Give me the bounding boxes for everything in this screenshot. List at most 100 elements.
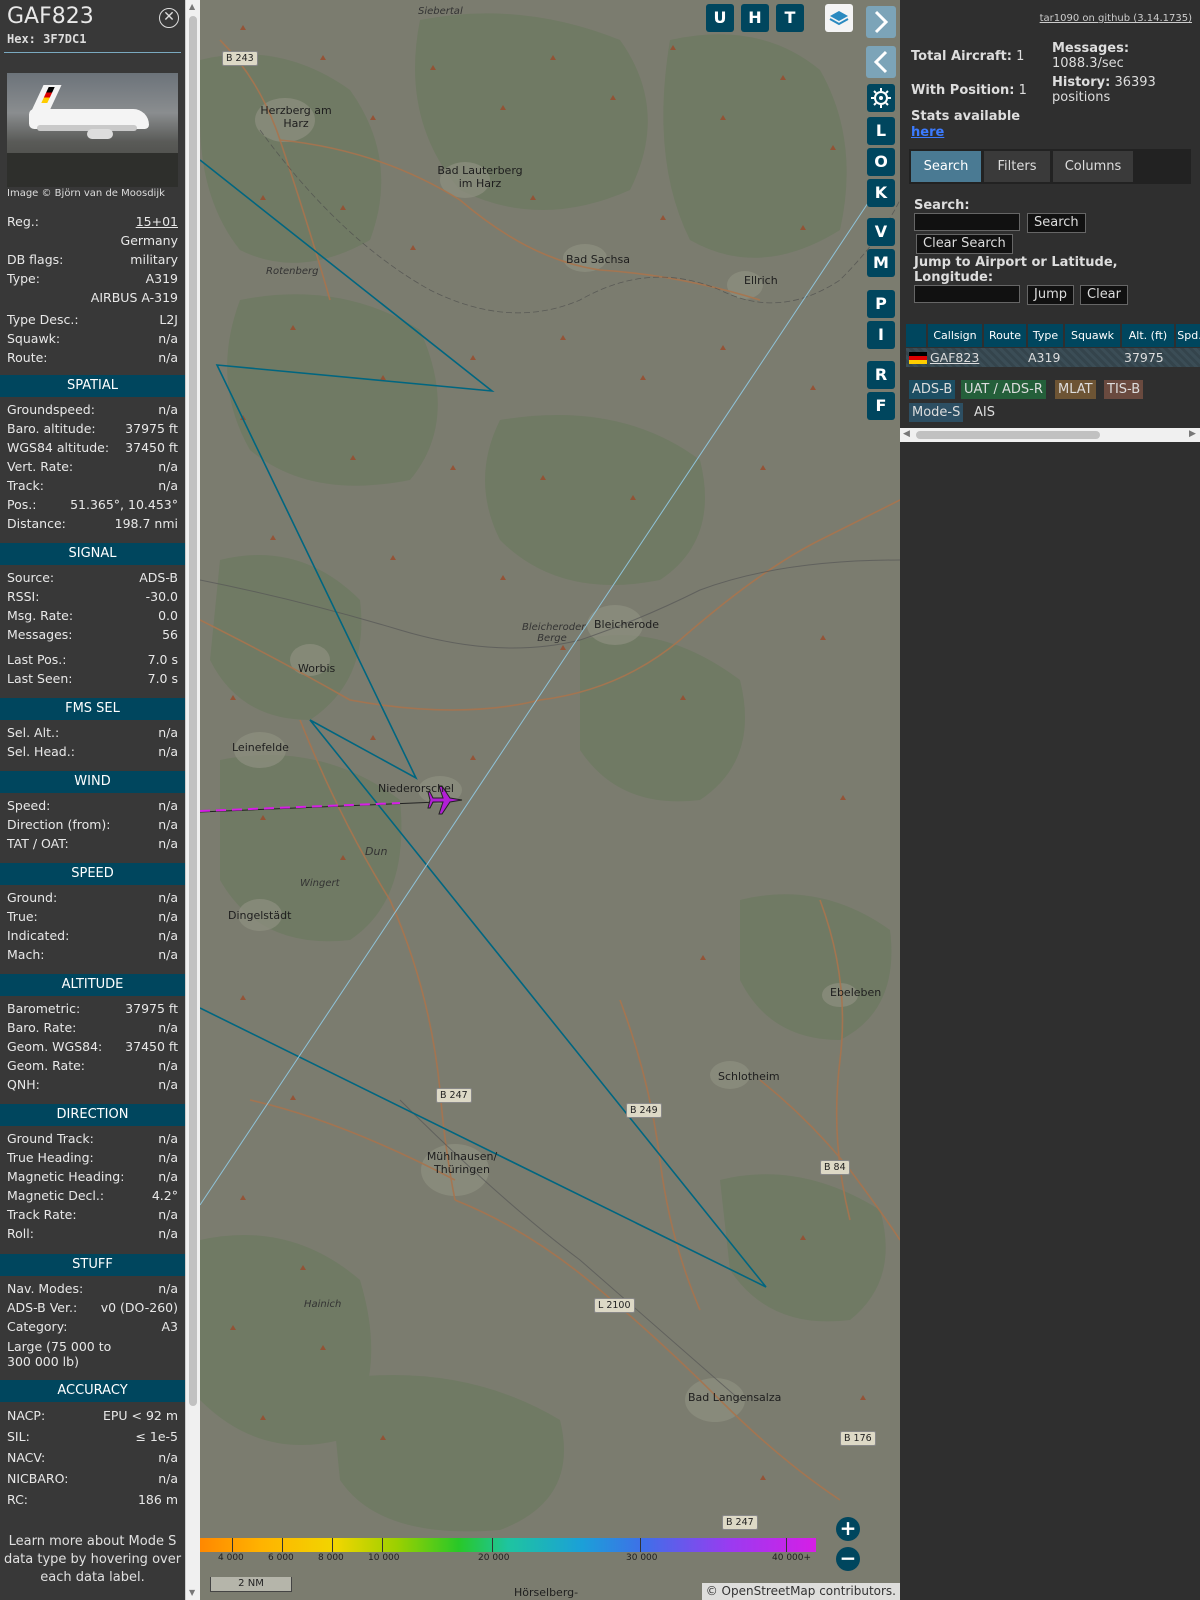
- stuff-row: ADS-B Ver.: v0 (DO-260): [7, 1300, 178, 1318]
- column-header-flag[interactable]: [906, 324, 927, 347]
- direction-row: True Heading: n/a: [7, 1150, 178, 1168]
- expand-sidebar-button[interactable]: [866, 6, 896, 38]
- direction-row: Roll: n/a: [7, 1226, 178, 1244]
- stuff-value: A3: [161, 1319, 178, 1334]
- github-link[interactable]: tar1090 on github (3.14.1735): [1040, 13, 1192, 24]
- toggle-t-button[interactable]: T: [776, 4, 804, 32]
- mode-s-help-note: Learn more about Mode S data type by hov…: [3, 1534, 182, 1585]
- source-badge[interactable]: Mode-S: [909, 403, 964, 422]
- row-callsign[interactable]: GAF823: [930, 349, 979, 367]
- legend-tick-mark: [232, 1538, 233, 1552]
- scroll-up-arrow-icon[interactable]: ▲: [189, 2, 195, 11]
- column-header-callsign[interactable]: Callsign: [928, 324, 983, 347]
- direction-label: Ground Track:: [7, 1131, 94, 1146]
- toggle-o-button[interactable]: O: [867, 148, 895, 176]
- table-horizontal-scrollbar[interactable]: ◀ ▶: [900, 428, 1200, 442]
- tab-search[interactable]: Search: [911, 151, 981, 182]
- source-badge[interactable]: TIS-B: [1104, 380, 1144, 399]
- accuracy-row: NACP: EPU < 92 m: [7, 1408, 178, 1426]
- info-panel-scrollbar[interactable]: ▲ ▼: [185, 0, 200, 1600]
- signal-label: Source:: [7, 570, 55, 585]
- search-button[interactable]: Search: [1027, 213, 1086, 233]
- section-header-fms-sel: FMS SEL: [0, 698, 185, 720]
- road-sign: L 2100: [594, 1298, 635, 1313]
- direction-value: n/a: [158, 1169, 178, 1184]
- clear-jump-button[interactable]: Clear: [1080, 285, 1128, 305]
- speed-row: Indicated: n/a: [7, 928, 178, 946]
- toggle-p-button[interactable]: P: [867, 290, 895, 318]
- stuff-value: v0 (DO-260): [100, 1300, 178, 1315]
- scroll-down-arrow-icon[interactable]: ▼: [189, 1588, 195, 1597]
- stuff-label: Category:: [7, 1319, 68, 1334]
- total-aircraft-value: 1: [1016, 49, 1025, 64]
- jump-input[interactable]: [914, 285, 1020, 303]
- scrollbar-thumb[interactable]: [916, 431, 1100, 439]
- settings-button[interactable]: [867, 84, 895, 112]
- toggle-u-button[interactable]: U: [706, 4, 734, 32]
- accuracy-row: NACV: n/a: [7, 1450, 178, 1468]
- scroll-right-arrow-icon[interactable]: ▶: [1189, 429, 1196, 439]
- map-canvas[interactable]: [200, 0, 900, 1600]
- road-sign: B 247: [722, 1515, 758, 1530]
- source-badge[interactable]: MLAT: [1055, 380, 1096, 399]
- tab-columns[interactable]: Columns: [1053, 151, 1133, 182]
- accuracy-value: ≤ 1e-5: [135, 1429, 178, 1444]
- map-attribution[interactable]: © OpenStreetMap contributors.: [701, 1583, 900, 1600]
- accuracy-row: NICBARO: n/a: [7, 1471, 178, 1489]
- column-header-type[interactable]: Type: [1028, 324, 1064, 347]
- type-label: Type:: [7, 271, 40, 286]
- column-header-altitude[interactable]: Alt. (ft): [1122, 324, 1175, 347]
- zoom-out-button[interactable]: −: [836, 1547, 860, 1571]
- signal-value: 0.0: [158, 608, 178, 623]
- country-row: Germany: [7, 233, 178, 251]
- scrollbar-thumb[interactable]: [189, 16, 197, 1406]
- column-header-squawk[interactable]: Squawk: [1065, 324, 1121, 347]
- section-header-signal: SIGNAL: [0, 543, 185, 565]
- spatial-row: Groundspeed: n/a: [7, 402, 178, 420]
- spatial-label: Vert. Rate:: [7, 459, 74, 474]
- toggle-l-button[interactable]: L: [867, 117, 895, 145]
- direction-row: Magnetic Heading: n/a: [7, 1169, 178, 1187]
- stats-link[interactable]: here: [911, 125, 944, 140]
- collapse-sidebar-button[interactable]: [866, 46, 896, 78]
- registration-value[interactable]: 15+01: [136, 214, 178, 229]
- toggle-h-button[interactable]: H: [741, 4, 769, 32]
- selected-callsign: GAF823: [7, 4, 94, 29]
- source-badge[interactable]: AIS: [971, 403, 998, 422]
- db-flags-value: military: [130, 252, 178, 267]
- layers-icon: [829, 11, 849, 26]
- photo-credit[interactable]: Image © Björn van de Moosdijk: [7, 188, 165, 199]
- altitude-row: Geom. Rate: n/a: [7, 1058, 178, 1076]
- column-header-speed[interactable]: Spd.: [1176, 324, 1200, 347]
- spatial-value: n/a: [158, 402, 178, 417]
- legend-tick-label: 6 000: [268, 1553, 294, 1563]
- toggle-m-button[interactable]: M: [867, 249, 895, 277]
- map-view[interactable]: Siebertal Herzberg am Harz Bad Lauterber…: [200, 0, 900, 1600]
- layers-button[interactable]: [825, 4, 853, 32]
- toggle-k-button[interactable]: K: [867, 179, 895, 207]
- source-badge[interactable]: ADS-B: [909, 380, 956, 399]
- close-icon[interactable]: ✕: [159, 8, 179, 28]
- toggle-r-button[interactable]: R: [867, 361, 895, 389]
- aircraft-photo[interactable]: [7, 73, 178, 187]
- toggle-f-button[interactable]: F: [867, 392, 895, 420]
- search-input[interactable]: [914, 213, 1020, 231]
- direction-value: n/a: [158, 1131, 178, 1146]
- scroll-left-arrow-icon[interactable]: ◀: [903, 429, 910, 439]
- spatial-row: WGS84 altitude: 37450 ft: [7, 440, 178, 458]
- place-label: Schlotheim: [718, 1070, 780, 1083]
- jump-button[interactable]: Jump: [1027, 285, 1074, 305]
- toggle-i-button[interactable]: I: [867, 321, 895, 349]
- altitude-value: n/a: [158, 1020, 178, 1035]
- toggle-v-button[interactable]: V: [867, 218, 895, 246]
- zoom-in-button[interactable]: +: [836, 1517, 860, 1541]
- direction-label: Track Rate:: [7, 1207, 77, 1222]
- tab-filters[interactable]: Filters: [984, 151, 1050, 182]
- spatial-value: 51.365°, 10.453°: [70, 497, 178, 512]
- column-header-route[interactable]: Route: [984, 324, 1027, 347]
- place-label: Ebeleben: [830, 986, 882, 999]
- source-badge[interactable]: UAT / ADS-R: [961, 380, 1046, 399]
- wind-row: TAT / OAT: n/a: [7, 836, 178, 854]
- clear-search-button[interactable]: Clear Search: [916, 234, 1013, 254]
- total-aircraft-label: Total Aircraft:: [911, 49, 1012, 64]
